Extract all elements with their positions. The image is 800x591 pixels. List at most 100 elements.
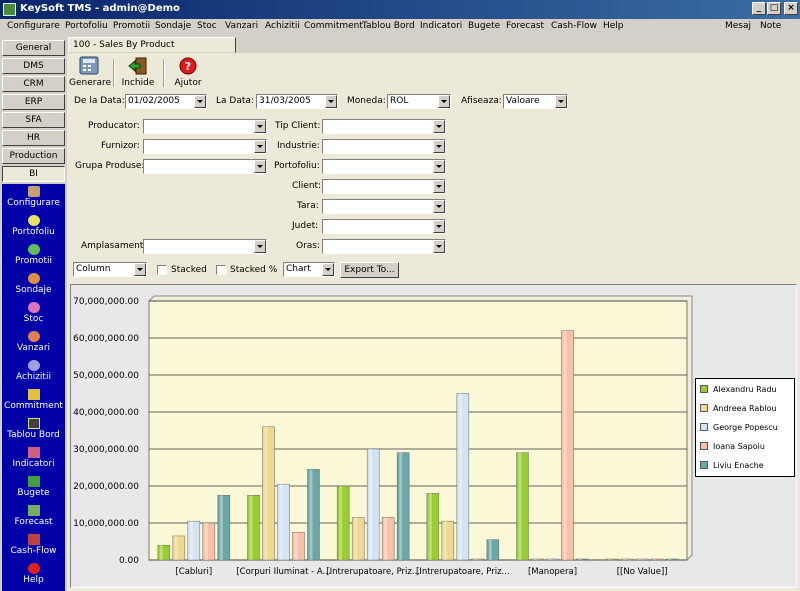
menu-tablou-bord[interactable]: Tablou Bord [362,21,415,31]
dropdown-arrow-icon[interactable] [433,120,445,133]
dropdown-arrow-icon[interactable] [194,95,206,108]
menu-help[interactable]: Help [603,21,624,31]
show-value: Valoare [506,96,540,106]
dropdown-arrow-icon[interactable] [325,95,337,108]
client-type-select[interactable] [322,119,446,134]
close-report-button[interactable]: Inchide [119,56,157,90]
dropdown-arrow-icon[interactable] [433,140,445,153]
county-select[interactable] [322,219,446,234]
bi-item-help[interactable]: Help [2,563,65,585]
bi-item-forecast[interactable]: Forecast [2,505,65,527]
sidebar-tab-production[interactable]: Production [2,148,65,164]
x-tick-label: [Manopera] [528,567,577,577]
city-label: Oras: [296,241,321,251]
pie-chart-icon [27,215,40,226]
minimize-button[interactable]: _ [752,2,766,15]
stacked-checkbox[interactable] [157,265,167,275]
bi-item-achizitii[interactable]: Achizitii [2,360,65,382]
menu-configurare[interactable]: Configurare [7,21,60,31]
dropdown-arrow-icon[interactable] [254,160,266,173]
generate-label: Generare [69,78,112,88]
document-tab[interactable]: 100 - Sales By Product Line/Salesperson [68,37,236,64]
bi-item-sondaje[interactable]: Sondaje [2,273,65,295]
menu-promotii[interactable]: Promotii [113,21,150,31]
dropdown-arrow-icon[interactable] [322,263,334,276]
dropdown-arrow-icon[interactable] [433,180,445,193]
producer-select[interactable] [143,119,267,134]
help-button[interactable]: ? Ajutor [171,56,205,90]
exit-door-icon [128,57,147,75]
show-select[interactable]: Valoare [503,94,568,109]
location-select[interactable] [143,239,267,254]
sidebar-tab-general[interactable]: General [2,40,65,56]
menu-commitment[interactable]: Commitment [304,21,363,31]
client-select[interactable] [322,179,446,194]
view-select[interactable]: Chart [283,262,335,277]
bi-item-portofoliu[interactable]: Portofoliu [2,215,65,237]
product-group-select[interactable] [143,159,267,174]
chart-type-value: Column [76,264,111,274]
dropdown-arrow-icon[interactable] [254,140,266,153]
bi-item-vanzari[interactable]: Vanzari [2,331,65,353]
dropdown-arrow-icon[interactable] [433,160,445,173]
menu-indicatori[interactable]: Indicatori [420,21,462,31]
dropdown-arrow-icon[interactable] [438,95,450,108]
dropdown-arrow-icon[interactable] [134,263,146,276]
close-window-button[interactable]: × [784,2,798,15]
bi-item-cash-flow[interactable]: Cash-Flow [2,534,65,556]
supplier-select[interactable] [143,139,267,154]
maximize-button[interactable]: □ [767,2,781,15]
menu-achizitii[interactable]: Achizitii [265,21,300,31]
portfolio-select[interactable] [322,159,446,174]
bar [620,558,634,561]
dropdown-arrow-icon[interactable] [433,200,445,213]
city-select[interactable] [322,239,446,254]
dropdown-arrow-icon[interactable] [433,220,445,233]
currency-select[interactable]: ROL [387,94,451,109]
bi-item-promotii[interactable]: Promotii [2,244,65,266]
dropdown-arrow-icon[interactable] [254,240,266,253]
sidebar-tab-sfa[interactable]: SFA [2,112,65,128]
bi-item-commitment[interactable]: Commitment [2,389,65,411]
menu-cash-flow[interactable]: Cash-Flow [551,21,597,31]
chart-panel: 0.00 10,000,000.00 20,000,000.00 30,000,000… [70,284,797,588]
sidebar-tab-crm[interactable]: CRM [2,76,65,92]
sidebar-tab-dms[interactable]: DMS [2,58,65,74]
menu-note[interactable]: Note [760,21,781,31]
sidebar-tab-erp[interactable]: ERP [2,94,65,110]
dropdown-arrow-icon[interactable] [433,240,445,253]
chart-type-select[interactable]: Column [73,262,147,277]
bi-item-tablou-bord[interactable]: Tablou Bord [2,418,65,440]
bi-item-indicatori[interactable]: Indicatori [2,447,65,469]
menu-vanzari[interactable]: Vanzari [225,21,258,31]
bar [292,532,305,561]
export-button[interactable]: Export To... [340,262,399,278]
menu-sondaje[interactable]: Sondaje [155,21,191,31]
bar [157,544,171,561]
legend-swatch [700,461,708,469]
menu-bugete[interactable]: Bugete [468,21,500,31]
bar [516,452,529,561]
stacked-percent-checkbox[interactable] [216,265,226,275]
sidebar-tab-hr[interactable]: HR [2,130,65,146]
bar [217,495,231,561]
from-date-picker[interactable]: 01/02/2005 [125,94,207,109]
menu-stoc[interactable]: Stoc [197,21,217,31]
bi-item-stoc[interactable]: Stoc [2,302,65,324]
country-select[interactable] [322,199,446,214]
dropdown-arrow-icon[interactable] [555,95,567,108]
industry-select[interactable] [322,139,446,154]
generate-button[interactable]: Generare [69,56,112,90]
legend-label: Liviu Enache [713,461,764,470]
y-tick-label: 30,000,000.00 [73,445,139,455]
to-date-picker[interactable]: 31/03/2005 [256,94,338,109]
bar-highlight [578,559,582,560]
bi-item-configurare[interactable]: Configurare [2,186,65,208]
menu-forecast[interactable]: Forecast [506,21,544,31]
bi-item-bugete[interactable]: Bugete [2,476,65,498]
menu-mesaj[interactable]: Mesaj [725,21,751,31]
menu-portofoliu[interactable]: Portofoliu [65,21,108,31]
sidebar-tab-bi[interactable]: BI [2,166,65,182]
bar [307,469,320,561]
dropdown-arrow-icon[interactable] [254,120,266,133]
